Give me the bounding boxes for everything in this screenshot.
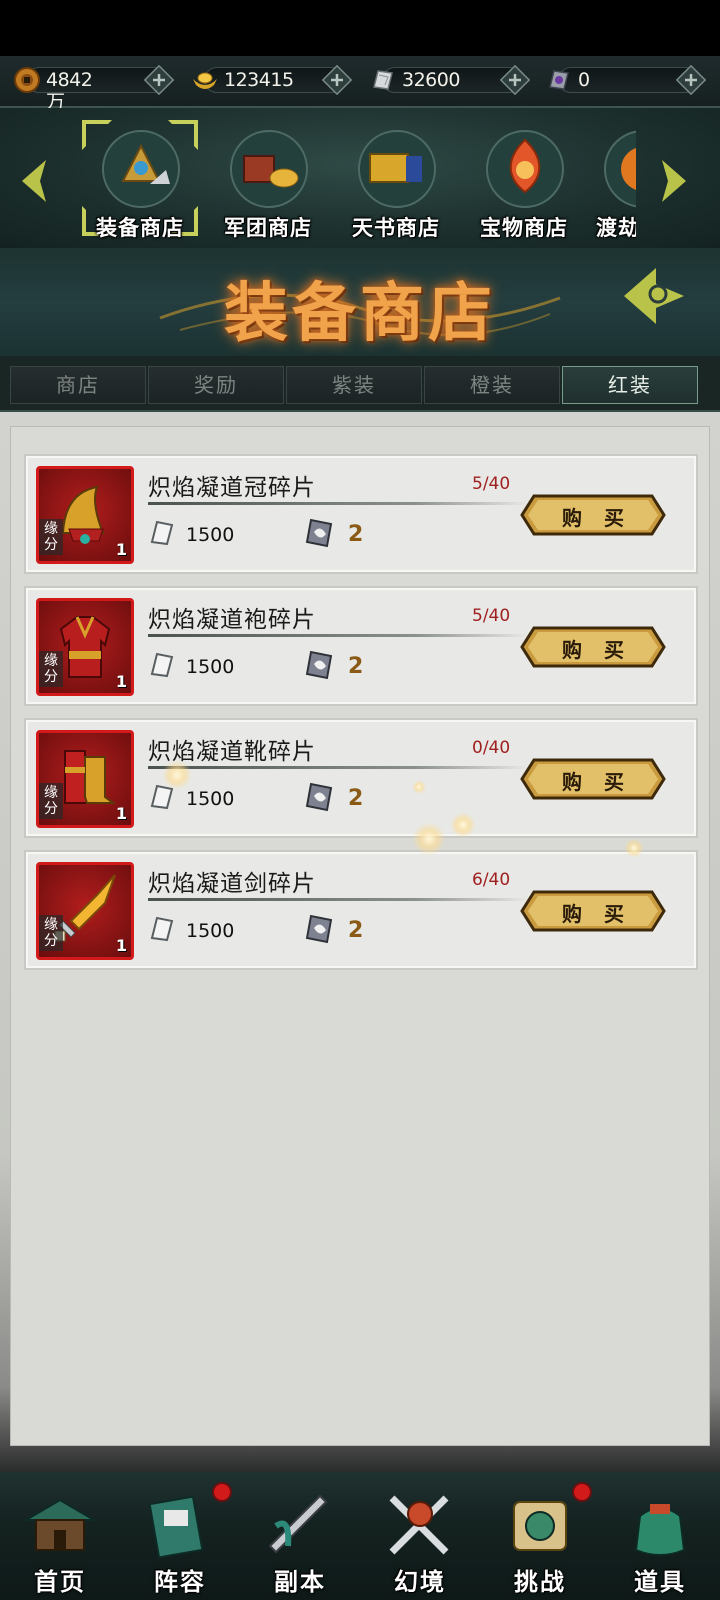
divider — [148, 634, 528, 637]
tab-purple-gear[interactable]: 紫装 — [286, 366, 422, 404]
challenge-icon — [513, 1501, 567, 1551]
divider — [148, 898, 528, 901]
nav-items[interactable]: 道具 — [600, 1480, 720, 1598]
buy-button[interactable]: 购买 — [520, 890, 666, 932]
nav-challenge[interactable]: 挑战 — [480, 1480, 600, 1598]
divider — [148, 766, 528, 769]
item-thumbnail[interactable]: 缘分 1 — [36, 598, 134, 696]
heavenly-book-shop-icon — [358, 130, 436, 208]
sparkle-effect — [412, 822, 446, 856]
token-icon — [305, 650, 333, 680]
gold-ingot-icon — [193, 72, 217, 89]
buy-button[interactable]: 购买 — [520, 494, 666, 536]
silver-shard-icon — [150, 652, 174, 678]
item-name: 炽焰凝道冠碎片 — [148, 475, 316, 501]
silver-shard-icon — [150, 916, 174, 942]
item-name: 炽焰凝道袍碎片 — [148, 607, 316, 633]
shop-tab-legion[interactable]: 军团商店 — [208, 122, 328, 240]
emblem-icon — [624, 268, 684, 324]
shop-banner: 装备商店 — [0, 248, 720, 356]
equipment-shop-icon — [102, 130, 180, 208]
notification-dot — [212, 1482, 232, 1502]
notification-dot — [572, 1482, 592, 1502]
bottom-navigation: 首页 阵容 副本 幻境 挑战 道具 — [0, 1472, 720, 1600]
nav-home[interactable]: 首页 — [0, 1480, 120, 1598]
nav-dungeon[interactable]: 副本 — [240, 1480, 360, 1598]
sparkle-effect — [624, 838, 644, 858]
shop-selector: 装备商店 军团商店 天书商店 宝物商店 渡劫 — [0, 108, 720, 248]
shop-tab-equipment[interactable]: 装备商店 — [80, 122, 200, 240]
buy-button[interactable]: 购买 — [520, 758, 666, 800]
item-thumbnail[interactable]: 缘分 1 — [36, 730, 134, 828]
copper-coin-icon — [14, 67, 40, 93]
tab-rewards[interactable]: 奖励 — [148, 366, 284, 404]
tab-red-gear[interactable]: 红装 — [562, 366, 698, 404]
item-price: 1500 — [186, 524, 235, 546]
item-name: 炽焰凝道剑碎片 — [148, 871, 316, 897]
stock-count: 5/40 — [472, 606, 511, 626]
divider — [148, 502, 528, 505]
tab-shop[interactable]: 商店 — [10, 366, 146, 404]
treasure-shop-icon — [486, 130, 564, 208]
stock-count: 0/40 — [472, 738, 511, 758]
items-bag-icon — [634, 1504, 686, 1556]
shop-tab-treasure[interactable]: 宝物商店 — [464, 122, 584, 240]
banner-title: 装备商店 — [224, 276, 496, 351]
illusion-icon — [389, 1495, 449, 1555]
lineup-icon — [148, 1495, 204, 1559]
dungeon-icon — [268, 1494, 328, 1554]
list-item: 缘分 1 炽焰凝道剑碎片 6/40 1500 2 购买 — [24, 850, 698, 970]
nav-illusion[interactable]: 幻境 — [360, 1480, 480, 1598]
buy-button[interactable]: 购买 — [520, 626, 666, 668]
home-palace-icon — [22, 1498, 98, 1551]
category-tabs: 商店 奖励 紫装 橙装 红装 — [0, 356, 720, 412]
status-bar — [0, 0, 720, 56]
item-price: 1500 — [186, 656, 235, 678]
add-gold-button[interactable] — [322, 65, 352, 95]
nav-lineup[interactable]: 阵容 — [120, 1480, 240, 1598]
add-silver-button[interactable] — [500, 65, 530, 95]
item-price: 1500 — [186, 788, 235, 810]
list-item: 缘分 1 炽焰凝道冠碎片 5/40 1500 2 购买 — [24, 454, 698, 574]
sparkle-effect — [412, 780, 426, 794]
list-item: 缘分 1 炽焰凝道靴碎片 0/40 1500 2 购买 — [24, 718, 698, 838]
currency-bar: 4842万 123415 32600 0 — [0, 56, 720, 113]
required-tokens: 2 — [348, 522, 364, 547]
stock-count: 5/40 — [472, 474, 511, 494]
token-icon — [305, 914, 333, 944]
item-thumbnail[interactable]: 缘分 1 — [36, 466, 134, 564]
required-tokens: 2 — [348, 918, 364, 943]
sparkle-effect — [450, 812, 476, 838]
token-icon — [305, 518, 333, 548]
token-icon — [549, 70, 569, 90]
item-thumbnail[interactable]: 缘分 1 — [36, 862, 134, 960]
silver-shard-icon — [373, 70, 393, 90]
shop-tab-heavenly-book[interactable]: 天书商店 — [336, 122, 456, 240]
token-icon — [305, 782, 333, 812]
item-price: 1500 — [186, 920, 235, 942]
shop-tab-tribulation[interactable]: 渡劫 — [592, 122, 636, 240]
add-token-button[interactable] — [676, 65, 706, 95]
tribulation-shop-icon — [604, 130, 636, 208]
chevron-left-icon[interactable] — [14, 156, 54, 206]
add-copper-button[interactable] — [144, 65, 174, 95]
chevron-right-icon[interactable] — [654, 156, 694, 206]
sparkle-effect — [162, 760, 192, 790]
required-tokens: 2 — [348, 786, 364, 811]
legion-shop-icon — [230, 130, 308, 208]
tab-orange-gear[interactable]: 橙装 — [424, 366, 560, 404]
required-tokens: 2 — [348, 654, 364, 679]
list-item: 缘分 1 炽焰凝道袍碎片 5/40 1500 2 购买 — [24, 586, 698, 706]
stock-count: 6/40 — [472, 870, 511, 890]
silver-shard-icon — [150, 520, 174, 546]
